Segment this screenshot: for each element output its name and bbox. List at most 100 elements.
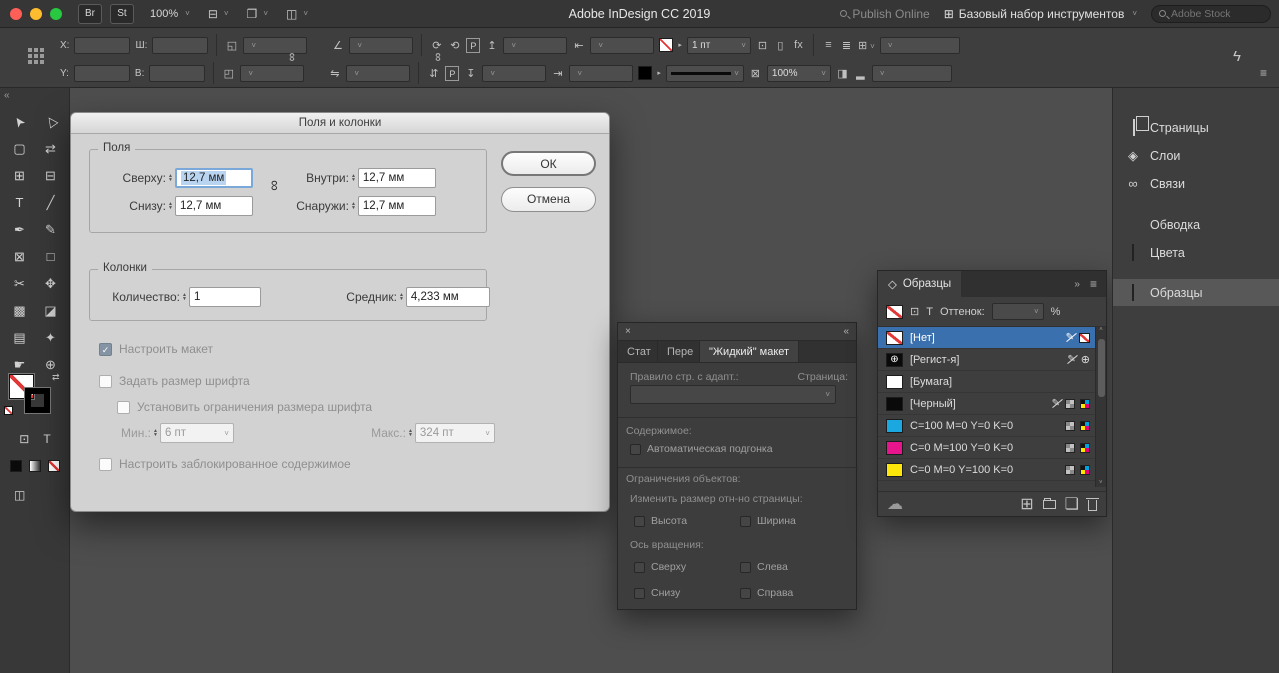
stroke-weight-combo[interactable]: 1 пт: [687, 37, 751, 54]
swatch-row-cyan[interactable]: C=100 M=0 Y=0 K=0: [878, 415, 1106, 437]
gradient-swatch-tool[interactable]: ▩: [11, 303, 29, 319]
liquid-panel-close-icon[interactable]: ×: [625, 326, 631, 337]
arrange-documents-dropdown[interactable]: ◫: [286, 7, 308, 21]
adobe-stock-search[interactable]: [1151, 5, 1271, 23]
swatch-row-registration[interactable]: ⊕ [Регист-я] ✎ ⊕: [878, 349, 1106, 371]
height-field[interactable]: [149, 65, 205, 82]
rectangle-frame-tool[interactable]: ⊠: [11, 249, 29, 265]
object-style-combo[interactable]: [880, 37, 960, 54]
pin-top-checkbox[interactable]: Сверху: [634, 561, 686, 573]
delete-swatch-icon[interactable]: [1088, 500, 1097, 511]
new-color-group-icon[interactable]: [1043, 500, 1056, 509]
align-left-icon[interactable]: ≡: [822, 39, 835, 51]
quick-apply-icon[interactable]: ϟ: [1233, 48, 1241, 65]
align-justify-icon[interactable]: ≣: [840, 39, 853, 52]
gap-tool[interactable]: ⇄: [42, 141, 60, 157]
formatting-container-icon[interactable]: ⊡: [910, 305, 919, 318]
rotate-cw-icon[interactable]: ⟳: [430, 39, 443, 52]
drop-shadow-icon[interactable]: ▂: [854, 67, 867, 80]
liquid-panel-collapse-icon[interactable]: «: [843, 326, 849, 337]
dock-item-layers[interactable]: ◈ Слои: [1113, 142, 1279, 169]
grid-options-icon[interactable]: ⊞: [858, 39, 875, 52]
columns-count-stepper[interactable]: [182, 293, 187, 301]
gradient-feather-tool[interactable]: ◪: [42, 303, 60, 319]
shear-combo[interactable]: [349, 37, 413, 54]
zoom-level-dropdown[interactable]: 100%: [150, 8, 190, 20]
margin-top-field[interactable]: 12,7 мм: [175, 168, 253, 188]
space-before-combo[interactable]: [503, 37, 567, 54]
max-stepper[interactable]: [408, 429, 413, 437]
font-limits-checkbox[interactable]: Установить ограничения размера шрифта: [117, 400, 372, 414]
rectangle-tool[interactable]: □: [42, 249, 60, 265]
apply-color-icon[interactable]: [10, 460, 22, 472]
margin-inside-field[interactable]: 12,7 мм: [358, 168, 436, 188]
flip-vertical-icon[interactable]: ⇵: [427, 67, 440, 80]
dock-item-pages[interactable]: Страницы: [1113, 114, 1279, 141]
dock-item-links[interactable]: ∞ Связи: [1113, 170, 1279, 197]
search-input[interactable]: [1171, 8, 1259, 20]
height-checkbox[interactable]: Высота: [634, 515, 687, 527]
current-swatch-chip[interactable]: [886, 305, 903, 319]
character-style-icon[interactable]: P: [445, 66, 459, 81]
minimize-window-button[interactable]: [30, 8, 42, 20]
close-window-button[interactable]: [10, 8, 22, 20]
swatches-collapse-icon[interactable]: »: [1074, 279, 1080, 290]
stroke-swatch[interactable]: [25, 388, 50, 413]
autofit-checkbox-box[interactable]: [630, 444, 641, 455]
margin-bottom-field[interactable]: 12,7 мм: [175, 196, 253, 216]
flip-horizontal-icon[interactable]: ⇋: [328, 67, 341, 80]
pin-left-checkbox-box[interactable]: [740, 562, 751, 573]
dock-item-swatches[interactable]: Образцы: [1113, 279, 1279, 306]
frame-fitting-icon[interactable]: ▯: [774, 39, 787, 52]
cancel-button[interactable]: Отмена: [501, 187, 596, 212]
note-tool[interactable]: ▤: [11, 330, 29, 346]
max-combo[interactable]: 324 пт: [415, 423, 495, 443]
font-size-checkbox-box[interactable]: [99, 375, 112, 388]
font-size-checkbox[interactable]: Задать размер шрифта: [99, 374, 250, 388]
fill-color-swatch[interactable]: [638, 66, 652, 80]
free-transform-tool[interactable]: ✥: [42, 276, 60, 292]
stock-button[interactable]: St: [110, 4, 134, 24]
stroke-color-arrow[interactable]: ▸: [678, 41, 682, 49]
margin-bottom-stepper[interactable]: [168, 202, 173, 210]
gutter-stepper[interactable]: [399, 293, 404, 301]
line-tool[interactable]: ╱: [42, 195, 60, 211]
indent-right-combo[interactable]: [569, 65, 633, 82]
dock-item-color[interactable]: Цвета: [1113, 239, 1279, 266]
stroke-color-swatch[interactable]: [659, 38, 673, 52]
locked-content-checkbox[interactable]: Настроить заблокированное содержимое: [99, 457, 351, 471]
reference-point-selector[interactable]: [28, 48, 44, 64]
stroke-style-combo[interactable]: [666, 65, 744, 82]
y-position-field[interactable]: [74, 65, 130, 82]
min-stepper[interactable]: [153, 429, 158, 437]
width-checkbox[interactable]: Ширина: [740, 515, 796, 527]
show-swatch-kinds-icon[interactable]: ⊞: [1020, 494, 1033, 514]
margin-inside-stepper[interactable]: [351, 174, 356, 182]
paragraph-style-icon[interactable]: P: [466, 38, 480, 53]
screen-mode-dropdown[interactable]: ❐: [247, 7, 268, 21]
height-checkbox-box[interactable]: [634, 516, 645, 527]
swatch-row-none[interactable]: [Нет] ✎: [878, 327, 1106, 349]
publish-online-button[interactable]: Publish Online: [840, 7, 929, 21]
constrain-scale-icon[interactable]: ∞: [431, 53, 445, 62]
apply-none-icon[interactable]: [48, 460, 60, 472]
rotation-combo[interactable]: [346, 65, 410, 82]
view-mode-icon[interactable]: ◫: [14, 488, 25, 502]
pin-left-checkbox[interactable]: Слева: [740, 561, 788, 573]
ok-button[interactable]: ОК: [501, 151, 596, 176]
dock-item-stroke[interactable]: Обводка: [1113, 211, 1279, 238]
swatch-row-paper[interactable]: [Бумага]: [878, 371, 1106, 393]
swatches-tab[interactable]: ◇ Образцы: [878, 271, 961, 297]
scale-x-combo[interactable]: [243, 37, 307, 54]
pin-bottom-checkbox[interactable]: Снизу: [634, 587, 680, 599]
pin-right-checkbox-box[interactable]: [740, 588, 751, 599]
scissors-tool[interactable]: ✂: [11, 276, 29, 292]
margin-outside-field[interactable]: 12,7 мм: [358, 196, 436, 216]
constrain-dimensions-icon[interactable]: ∞: [285, 53, 299, 62]
selection-tool[interactable]: ➤: [11, 114, 29, 130]
swatches-menu-icon[interactable]: ≡: [1090, 277, 1097, 291]
scale-y-combo[interactable]: [240, 65, 304, 82]
color-theme-tool[interactable]: ✦: [42, 330, 60, 346]
tab-overrides[interactable]: Пере: [658, 341, 700, 362]
swatches-scrollbar[interactable]: ˄˅: [1095, 327, 1106, 487]
